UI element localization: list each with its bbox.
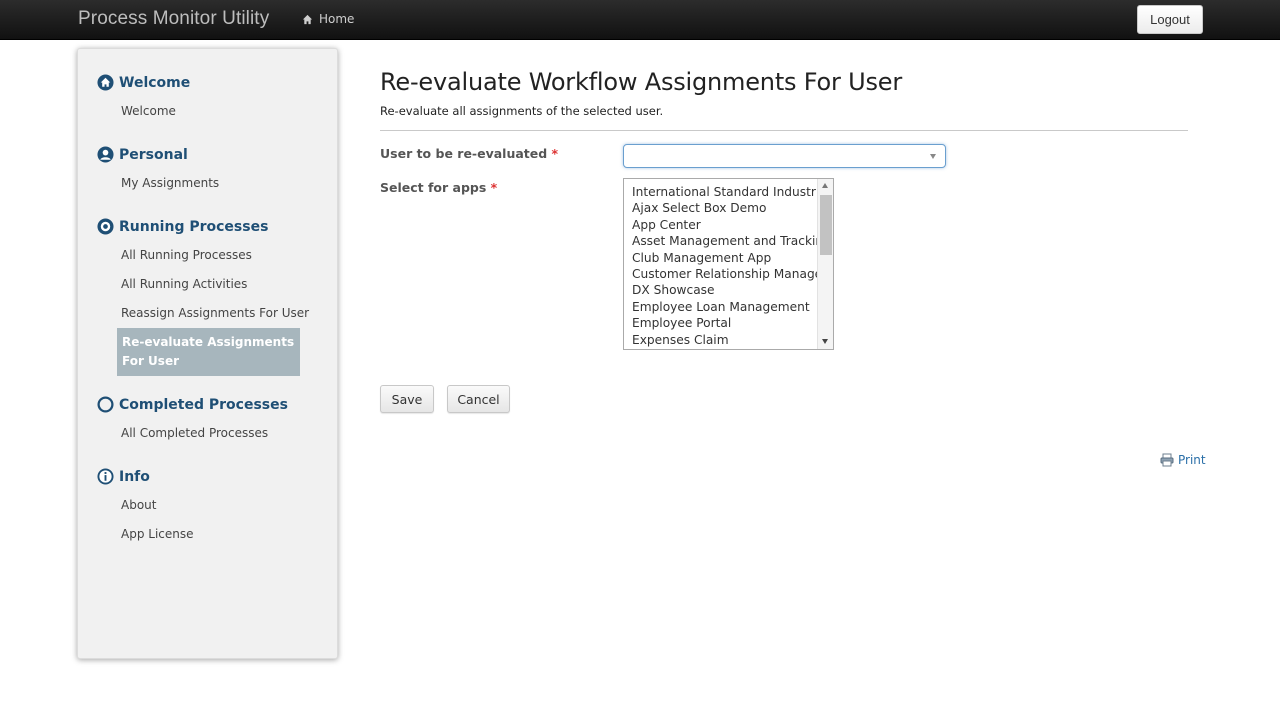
sidebar-item-all-running-processes[interactable]: All Running Processes [121, 248, 252, 262]
apps-field-label-text: Select for apps [380, 180, 487, 195]
page-title: Re-evaluate Workflow Assignments For Use… [380, 68, 902, 96]
chevron-down-icon [930, 154, 936, 159]
active-item-line2: For User [122, 354, 179, 368]
section-completed-processes: Completed Processes [97, 396, 288, 413]
active-item-line1: Re-evaluate Assignments [122, 335, 295, 349]
home-circle-icon [97, 74, 114, 91]
ring-icon [97, 396, 114, 413]
required-marker: * [551, 146, 559, 161]
logout-button[interactable]: Logout [1137, 5, 1203, 34]
app-option[interactable]: DX Showcase [632, 282, 818, 298]
app-option[interactable]: App Center [632, 217, 818, 233]
apps-options: International Standard Industrial Classi… [632, 184, 818, 348]
section-running-processes-title: Running Processes [119, 218, 269, 235]
app-option[interactable]: Club Management App [632, 250, 818, 266]
home-link-label: Home [319, 12, 355, 26]
required-marker: * [490, 180, 498, 195]
sidebar-item-welcome[interactable]: Welcome [121, 104, 176, 118]
scroll-down-icon[interactable] [822, 339, 828, 344]
apps-field-label: Select for apps * [380, 180, 497, 195]
app-option[interactable]: Employee Loan Management [632, 299, 818, 315]
section-info: Info [97, 468, 150, 485]
home-icon [302, 14, 313, 24]
app-option[interactable]: Asset Management and Tracking [632, 233, 818, 249]
section-running-processes: Running Processes [97, 218, 268, 235]
app-brand[interactable]: Process Monitor Utility [78, 8, 269, 30]
top-navbar: Process Monitor Utility Home Logout [0, 0, 1280, 40]
save-button[interactable]: Save [380, 385, 434, 413]
section-completed-processes-title: Completed Processes [119, 396, 288, 413]
apps-multiselect[interactable]: International Standard Industrial Classi… [623, 178, 834, 350]
title-divider [380, 130, 1188, 131]
scroll-up-icon[interactable] [822, 183, 828, 188]
sidebar-item-my-assignments[interactable]: My Assignments [121, 176, 219, 190]
sidebar-item-app-license[interactable]: App License [121, 527, 194, 541]
section-personal-title: Personal [119, 146, 188, 163]
section-welcome: Welcome [97, 74, 190, 91]
sidebar-item-all-running-activities[interactable]: All Running Activities [121, 277, 247, 291]
app-option[interactable]: Ajax Select Box Demo [632, 200, 818, 216]
home-link[interactable]: Home [302, 12, 354, 26]
scroll-thumb[interactable] [820, 195, 832, 255]
info-circle-icon [97, 468, 114, 485]
sidebar-item-about[interactable]: About [121, 498, 156, 512]
user-field-label: User to be re-evaluated * [380, 146, 558, 161]
sidebar-item-reassign-assignments[interactable]: Reassign Assignments For User [121, 306, 309, 320]
user-select[interactable] [623, 144, 946, 168]
app-option[interactable]: Expenses Claim [632, 332, 818, 348]
listbox-scrollbar[interactable] [817, 179, 833, 349]
app-option[interactable]: International Standard Industrial Classi… [632, 184, 818, 200]
app-option[interactable]: Employee Portal [632, 315, 818, 331]
app-option[interactable]: Customer Relationship Management [632, 266, 818, 282]
section-info-title: Info [119, 468, 150, 485]
printer-icon [1160, 453, 1174, 467]
page-subtitle: Re-evaluate all assignments of the selec… [380, 104, 664, 118]
section-personal: Personal [97, 146, 188, 163]
sidebar: Welcome Welcome Personal My Assignments … [77, 48, 338, 659]
target-circle-icon [97, 218, 114, 235]
user-field-label-text: User to be re-evaluated [380, 146, 548, 161]
print-link[interactable]: Print [1160, 453, 1206, 467]
section-welcome-title: Welcome [119, 74, 191, 91]
sidebar-item-all-completed-processes[interactable]: All Completed Processes [121, 426, 268, 440]
cancel-button[interactable]: Cancel [447, 385, 510, 413]
print-link-label: Print [1178, 453, 1206, 467]
user-circle-icon [97, 146, 114, 163]
sidebar-item-re-evaluate-assignments[interactable]: Re-evaluate Assignments For User [117, 328, 300, 376]
